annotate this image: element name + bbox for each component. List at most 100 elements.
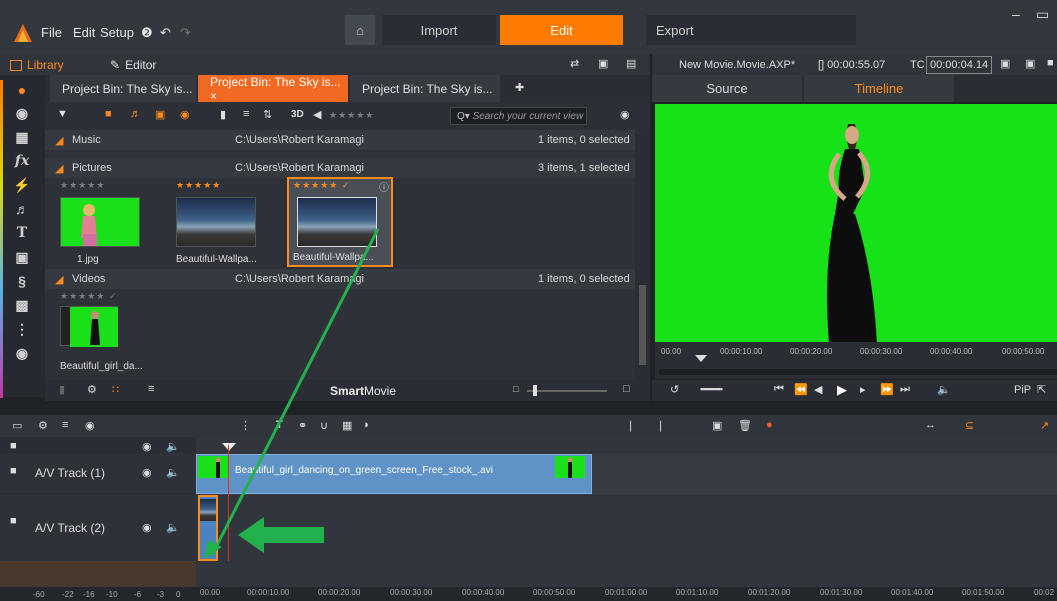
effects-icon[interactable]: fx bbox=[11, 151, 33, 171]
score-icon[interactable]: § bbox=[11, 271, 33, 291]
tab-project-bin-1[interactable]: Project Bin: The Sky is... bbox=[50, 75, 196, 102]
pip-button[interactable]: PiP bbox=[1014, 384, 1031, 396]
timecode-field[interactable]: 00:00:04.14 bbox=[926, 56, 993, 74]
play-icon[interactable]: ▶ bbox=[837, 382, 847, 398]
add-track-icon[interactable]: ≡ bbox=[62, 419, 68, 431]
record-icon[interactable]: ◉ bbox=[85, 419, 95, 432]
minimize-icon[interactable]: – bbox=[1012, 6, 1020, 22]
scrub-bar[interactable] bbox=[659, 369, 1057, 375]
next-frame-icon[interactable]: ⏩ bbox=[880, 383, 894, 396]
home-button[interactable]: ⌂ bbox=[345, 15, 375, 45]
popout-player-icon[interactable]: ▣ bbox=[1025, 57, 1035, 70]
tag-icon[interactable]: ◀ bbox=[313, 108, 321, 121]
sound-icon[interactable]: ▩ bbox=[11, 295, 33, 315]
tab-editor[interactable]: ✎ Editor bbox=[110, 58, 156, 72]
zoom-slider[interactable] bbox=[527, 390, 607, 392]
grid-view-icon[interactable]: ∷ bbox=[112, 383, 119, 396]
project-bin-icon[interactable]: ● bbox=[11, 80, 33, 100]
trim-icon[interactable]: ❘ bbox=[656, 419, 665, 432]
snapshot-icon[interactable]: ● bbox=[766, 419, 773, 431]
item-rating[interactable]: ★★★★★ ✓ bbox=[293, 180, 350, 191]
settings-icon[interactable]: ⚙ bbox=[38, 419, 48, 432]
undo-icon[interactable]: ↶ bbox=[160, 25, 171, 41]
zoom-fit-icon[interactable]: ↔ bbox=[925, 419, 936, 431]
search-input[interactable]: Q▾ Search your current view bbox=[450, 107, 587, 125]
zoom-slider-handle[interactable] bbox=[533, 385, 537, 396]
tab-source[interactable]: Source bbox=[652, 75, 802, 102]
3d-filter-button[interactable]: 3D bbox=[291, 109, 304, 120]
tab-timeline[interactable]: Timeline bbox=[804, 75, 954, 102]
fullscreen-icon[interactable]: ▣ bbox=[1000, 57, 1010, 70]
eye-icon[interactable]: ◉ bbox=[142, 466, 152, 479]
marker-icon[interactable]: ▣ bbox=[712, 419, 722, 432]
eye-icon[interactable]: ◉ bbox=[142, 440, 152, 453]
video-filter-icon[interactable]: ■ bbox=[105, 108, 112, 120]
speaker-icon[interactable]: 🔈 bbox=[166, 521, 180, 534]
split-icon[interactable]: ❘ bbox=[626, 419, 635, 432]
edit-button[interactable]: Edit bbox=[500, 15, 623, 45]
media-item[interactable]: ★★★★★ 1.jpg bbox=[57, 180, 157, 265]
expand-icon[interactable]: ◢ bbox=[55, 162, 63, 175]
export-button[interactable]: Export bbox=[646, 15, 856, 45]
settings-icon[interactable]: ⚙ bbox=[87, 383, 97, 396]
track-header-3[interactable] bbox=[0, 561, 196, 587]
go-to-start-icon[interactable]: ⏮ bbox=[774, 383, 784, 396]
scroll-thumb[interactable] bbox=[639, 285, 646, 365]
item-rating[interactable]: ★★★★★ ✓ bbox=[60, 291, 117, 302]
music-icon[interactable]: ♬ bbox=[11, 199, 33, 219]
search-options-icon[interactable]: ◉ bbox=[620, 108, 630, 121]
titles-icon[interactable]: T bbox=[11, 223, 33, 243]
expand-icon[interactable]: ◢ bbox=[55, 273, 63, 286]
tab-project-bin-3[interactable]: Project Bin: The Sky is... bbox=[350, 75, 500, 102]
item-rating[interactable]: ★★★★★ bbox=[60, 180, 105, 191]
player-ruler[interactable]: 00.00 00:00:10.00 00:00:20.00 00:00:30.0… bbox=[655, 342, 1057, 379]
speaker-icon[interactable]: 🔈 bbox=[166, 466, 180, 479]
transitions-icon[interactable]: ⚡ bbox=[11, 175, 33, 195]
jog-wheel[interactable]: ▪▪▪▪▪▪▪▪▪▪ bbox=[700, 384, 723, 394]
track-header-2[interactable]: ■ A/V Track (2) ◉ 🔈 bbox=[0, 495, 196, 561]
rating-filter[interactable]: ★★★★★ bbox=[329, 110, 374, 121]
menu-edit[interactable]: Edit bbox=[73, 25, 95, 40]
menu-setup[interactable]: Setup bbox=[100, 25, 134, 40]
list-menu-icon[interactable]: ≡ bbox=[148, 383, 154, 395]
help-icon[interactable]: ❷ bbox=[141, 25, 153, 41]
go-to-end-icon[interactable]: ⏭ bbox=[900, 383, 910, 396]
group-row-music[interactable]: ◢ Music C:\Users\Robert Karamagi 1 items… bbox=[45, 130, 635, 150]
folder-icon[interactable]: ▮ bbox=[220, 108, 226, 121]
lock-icon[interactable]: ■ bbox=[10, 515, 17, 527]
maximize-icon[interactable]: ▭ bbox=[1036, 6, 1049, 23]
track-view-icon[interactable]: ▭ bbox=[12, 419, 22, 432]
menu-file[interactable]: File bbox=[41, 25, 62, 40]
popout-icon[interactable]: ▣ bbox=[598, 57, 608, 70]
loop-icon[interactable]: ↺ bbox=[670, 383, 679, 396]
playhead-marker[interactable] bbox=[695, 355, 707, 362]
snap-icon[interactable]: ⊆ bbox=[965, 419, 974, 432]
media-icon[interactable]: ▦ bbox=[11, 127, 33, 147]
info-icon[interactable]: ⓘ bbox=[379, 179, 389, 194]
media-item[interactable]: ★★★★★ ✓ Beautiful_girl_da... bbox=[57, 291, 157, 376]
prev-frame-icon[interactable]: ⏪ bbox=[794, 383, 808, 396]
lock-icon[interactable]: ■ bbox=[10, 465, 17, 477]
audio-wave-icon[interactable]: ⋮ bbox=[11, 319, 33, 339]
scrub-icon[interactable]: ↗ bbox=[1040, 419, 1049, 432]
layout-icon[interactable]: ▤ bbox=[626, 57, 636, 70]
photo-filter-icon[interactable]: ▣ bbox=[155, 108, 165, 121]
page-icon[interactable]: ▮ bbox=[59, 383, 65, 396]
delete-icon[interactable]: 🗑 bbox=[738, 419, 752, 432]
forward-icon[interactable]: ▸ bbox=[860, 383, 866, 396]
filter-icon[interactable]: ▼ bbox=[57, 108, 68, 120]
add-tab-icon[interactable]: ✚ bbox=[515, 81, 524, 94]
track-header-1[interactable]: ■ A/V Track (1) ◉ 🔈 bbox=[0, 453, 196, 493]
tab-project-bin-2[interactable]: Project Bin: The Sky is... × bbox=[198, 75, 348, 103]
montage-icon[interactable]: ▣ bbox=[11, 247, 33, 267]
disc-icon[interactable]: ◉ bbox=[11, 343, 33, 363]
tab-library[interactable]: Library bbox=[10, 58, 64, 72]
project-filter-icon[interactable]: ◉ bbox=[180, 108, 190, 121]
collections-icon[interactable]: ◉ bbox=[11, 103, 33, 123]
rewind-icon[interactable]: ◀ bbox=[814, 383, 822, 396]
resize-icon[interactable]: ⇱ bbox=[1037, 383, 1046, 396]
item-rating[interactable]: ★★★★★ bbox=[176, 180, 221, 191]
speaker-icon[interactable]: 🔈 bbox=[166, 440, 180, 453]
import-button[interactable]: Import bbox=[382, 15, 496, 45]
group-row-pictures[interactable]: ◢ Pictures C:\Users\Robert Karamagi 3 it… bbox=[45, 158, 635, 178]
